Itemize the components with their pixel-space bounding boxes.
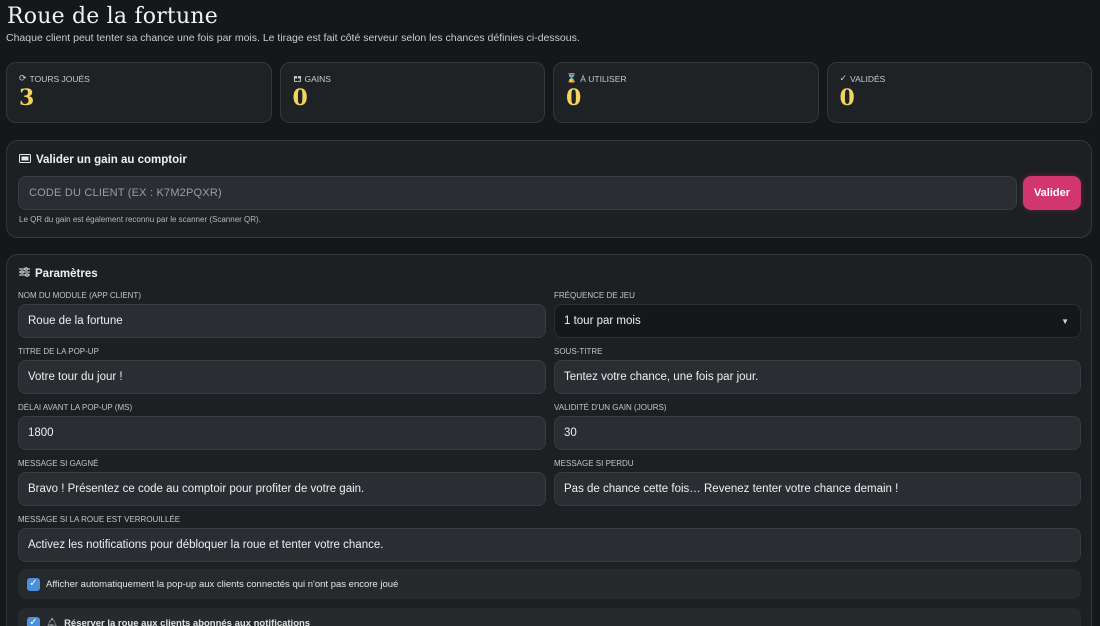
sliders-icon: [19, 267, 30, 280]
stat-card-to-use: ⌛ À UTILISER 0: [553, 62, 819, 123]
ticket-icon: [19, 154, 31, 166]
validate-title: Valider un gain au comptoir: [36, 154, 187, 166]
frequency-label: FRÉQUENCE DE JEU: [554, 291, 635, 300]
hourglass-icon: ⌛: [566, 73, 578, 83]
page-subtitle: Chaque client peut tenter sa chance une …: [6, 32, 580, 44]
validity-input[interactable]: 30: [554, 416, 1081, 450]
validate-hint: Le QR du gain est également reconnu par …: [19, 215, 261, 224]
stat-value: 0: [566, 85, 582, 111]
auto-popup-checkbox[interactable]: ✓: [27, 577, 40, 591]
stat-value: 3: [19, 85, 35, 111]
reserve-option[interactable]: ✓ 🔔︎ Réserver la roue aux clients abonné…: [18, 608, 1081, 626]
module-name-label: NOM DU MODULE (APP CLIENT): [18, 291, 141, 300]
stat-card-validated: ✓ VALIDÉS 0: [826, 62, 1092, 123]
auto-popup-option[interactable]: ✓ Afficher automatiquement la pop-up aux…: [18, 569, 1081, 599]
validity-label: VALIDITÉ D'UN GAIN (JOURS): [554, 403, 667, 412]
stats-row: ⟳ TOURS JOUÉS 3 GAINS 0 ⌛ À UTILISER 0 ✓: [6, 62, 1092, 123]
page-title: Roue de la fortune: [7, 4, 218, 29]
stat-value: 0: [292, 85, 308, 111]
client-code-input[interactable]: [18, 176, 1017, 210]
delay-input[interactable]: 1800: [18, 416, 546, 450]
validate-button[interactable]: Valider: [1023, 176, 1081, 210]
page: Roue de la fortune Chaque client peut te…: [0, 0, 1100, 626]
win-message-label: MESSAGE SI GAGNÉ: [18, 459, 99, 468]
delay-label: DÉLAI AVANT LA POP-UP (MS): [18, 403, 133, 412]
validate-card: Valider un gain au comptoir Valider Le Q…: [6, 140, 1092, 238]
params-title: Paramètres: [35, 267, 98, 280]
stat-label: VALIDÉS: [850, 73, 886, 84]
lose-message-input[interactable]: Pas de chance cette fois… Revenez tenter…: [554, 472, 1081, 506]
bell-icon: 🔔︎: [46, 617, 59, 626]
reserve-label: Réserver la roue aux clients abonnés aux…: [64, 617, 311, 626]
stat-label: GAINS: [304, 73, 331, 84]
win-message-input[interactable]: Bravo ! Présentez ce code au comptoir po…: [18, 472, 546, 506]
locked-message-label: MESSAGE SI LA ROUE EST VERROUILLÉE: [18, 515, 181, 524]
stat-label: TOURS JOUÉS: [29, 73, 90, 84]
check-icon: ✓: [839, 73, 848, 83]
popup-subtitle-label: SOUS-TITRE: [554, 347, 603, 356]
stat-label: À UTILISER: [580, 73, 627, 84]
refresh-icon: ⟳: [19, 73, 27, 83]
lose-message-label: MESSAGE SI PERDU: [554, 459, 634, 468]
frequency-select[interactable]: 1 tour par mois ▼: [554, 304, 1081, 338]
params-card: Paramètres NOM DU MODULE (APP CLIENT) Ro…: [6, 254, 1092, 626]
gift-icon: [293, 73, 302, 84]
popup-title-input[interactable]: Votre tour du jour !: [18, 360, 546, 394]
stat-card-gains: GAINS 0: [279, 62, 545, 123]
stat-value: 0: [839, 85, 855, 111]
locked-message-input[interactable]: Activez les notifications pour débloquer…: [18, 528, 1081, 562]
chevron-down-icon: ▼: [1061, 316, 1069, 326]
frequency-value: 1 tour par mois: [564, 315, 641, 327]
stat-card-tours: ⟳ TOURS JOUÉS 3: [6, 62, 272, 123]
popup-title-label: TITRE DE LA POP-UP: [18, 347, 99, 356]
reserve-checkbox[interactable]: ✓: [27, 616, 40, 626]
module-name-input[interactable]: Roue de la fortune: [18, 304, 546, 338]
popup-subtitle-input[interactable]: Tentez votre chance, une fois par jour.: [554, 360, 1081, 394]
auto-popup-label: Afficher automatiquement la pop-up aux c…: [46, 578, 399, 590]
